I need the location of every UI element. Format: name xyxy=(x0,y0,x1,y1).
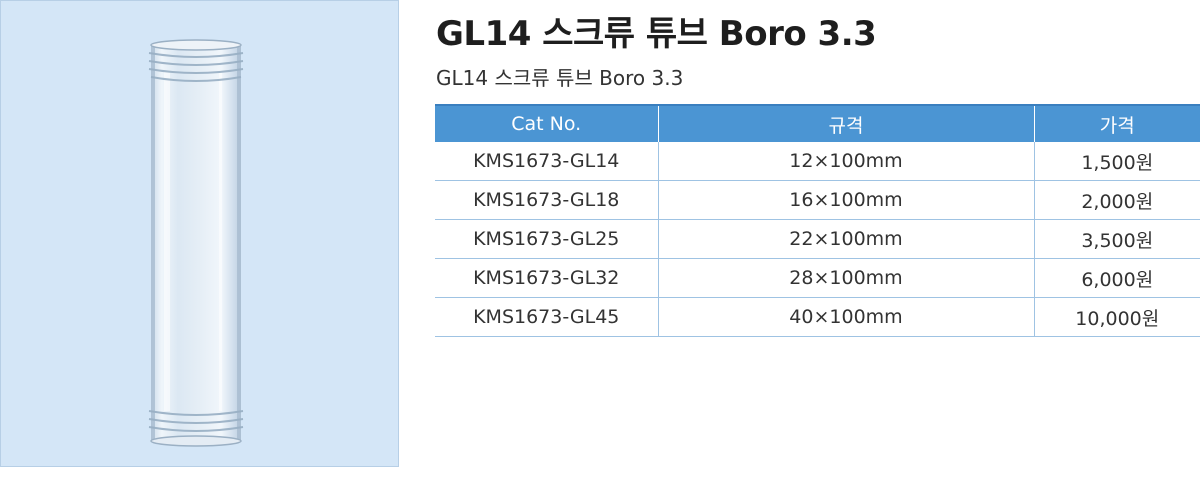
table-row: KMS1673-GL32 28×100mm 6,000원 xyxy=(435,258,1200,298)
cell-spec: 22×100mm xyxy=(658,219,1035,259)
cell-price: 2,000원 xyxy=(1034,180,1200,220)
table-row: KMS1673-GL14 12×100mm 1,500원 xyxy=(435,142,1200,181)
cell-spec: 16×100mm xyxy=(658,180,1035,220)
header-cat-no: Cat No. xyxy=(435,104,659,142)
page-subtitle: GL14 스크류 튜브 Boro 3.3 xyxy=(436,66,684,90)
cell-cat-no: KMS1673-GL18 xyxy=(435,180,659,220)
cell-spec: 12×100mm xyxy=(658,142,1035,181)
cell-price: 10,000원 xyxy=(1034,297,1200,337)
header-spec: 규격 xyxy=(658,104,1035,142)
product-page: GL14 스크류 튜브 Boro 3.3 GL14 스크류 튜브 Boro 3.… xyxy=(0,0,1200,483)
page-title: GL14 스크류 튜브 Boro 3.3 xyxy=(436,14,877,54)
cell-cat-no: KMS1673-GL32 xyxy=(435,258,659,298)
table-row: KMS1673-GL25 22×100mm 3,500원 xyxy=(435,219,1200,259)
spec-table: Cat No. 규격 가격 KMS1673-GL14 12×100mm 1,50… xyxy=(435,104,1200,337)
cell-cat-no: KMS1673-GL14 xyxy=(435,142,659,181)
header-price: 가격 xyxy=(1034,104,1200,142)
cell-cat-no: KMS1673-GL45 xyxy=(435,297,659,337)
cell-spec: 28×100mm xyxy=(658,258,1035,298)
cell-spec: 40×100mm xyxy=(658,297,1035,337)
cell-price: 6,000원 xyxy=(1034,258,1200,298)
cell-cat-no: KMS1673-GL25 xyxy=(435,219,659,259)
cell-price: 1,500원 xyxy=(1034,142,1200,181)
glass-tube-image xyxy=(148,39,244,447)
cell-price: 3,500원 xyxy=(1034,219,1200,259)
table-row: KMS1673-GL18 16×100mm 2,000원 xyxy=(435,180,1200,220)
product-image-panel xyxy=(0,0,399,467)
table-header-row: Cat No. 규격 가격 xyxy=(435,104,1200,142)
table-row: KMS1673-GL45 40×100mm 10,000원 xyxy=(435,297,1200,337)
